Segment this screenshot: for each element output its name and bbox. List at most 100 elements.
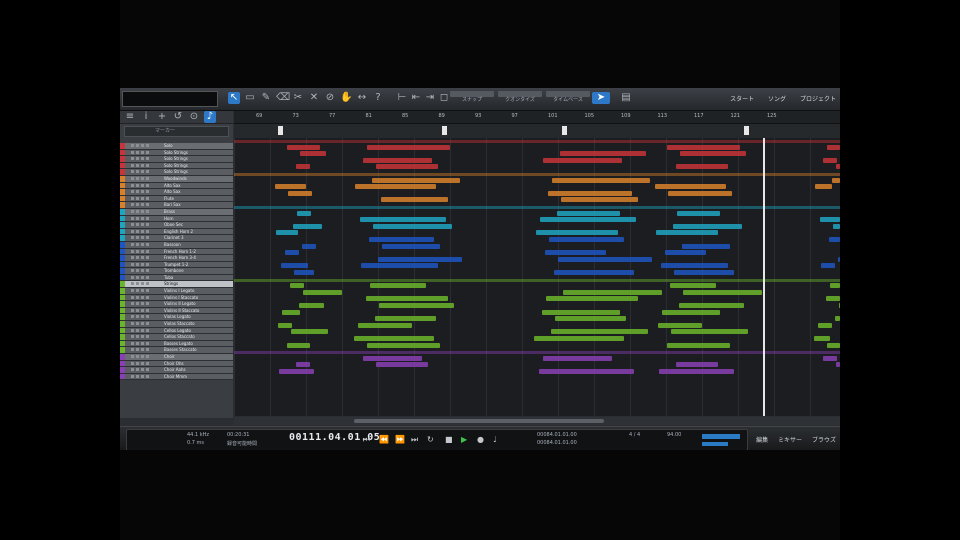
event-clip[interactable]: [551, 329, 648, 335]
event-clip[interactable]: [370, 283, 426, 289]
event-clip[interactable]: [376, 164, 438, 170]
zoom-tool-icon[interactable]: ↔: [356, 92, 368, 104]
marker-flag[interactable]: [442, 126, 447, 135]
event-clip[interactable]: [671, 329, 748, 335]
event-clip[interactable]: [275, 184, 306, 190]
event-clip[interactable]: [302, 243, 316, 249]
track-row[interactable]: Alto Sax: [120, 182, 233, 190]
listen-tool-icon[interactable]: ✋: [340, 92, 352, 104]
event-clip[interactable]: [278, 322, 292, 328]
event-clip[interactable]: [540, 217, 636, 223]
fast-forward-button[interactable]: ⏩: [395, 436, 405, 444]
track-row[interactable]: Horn: [120, 215, 233, 223]
event-clip[interactable]: [838, 256, 840, 262]
paint-tool-icon[interactable]: ✎: [260, 92, 272, 104]
track-row[interactable]: Solo Strings: [120, 149, 233, 157]
track-row[interactable]: French Horn 1-2: [120, 248, 233, 256]
track-row[interactable]: French Horn 3-4: [120, 255, 233, 262]
event-clip[interactable]: [563, 289, 662, 295]
track-row[interactable]: Trombone: [120, 268, 233, 275]
edit-button[interactable]: 編集: [756, 437, 768, 444]
track-mute-solo-buttons[interactable]: [131, 242, 151, 246]
event-clip[interactable]: [674, 270, 734, 276]
event-clip[interactable]: [288, 190, 312, 196]
inspector-icon[interactable]: i: [140, 111, 152, 123]
loop-start[interactable]: 00084.01.01.00: [537, 432, 577, 438]
event-clip[interactable]: [833, 223, 840, 229]
event-clip[interactable]: [814, 336, 830, 342]
event-clip[interactable]: [361, 263, 438, 269]
track-mute-solo-buttons[interactable]: [131, 308, 151, 312]
event-clip[interactable]: [287, 144, 320, 150]
event-clip[interactable]: [546, 296, 638, 302]
event-clip[interactable]: [676, 164, 728, 170]
track-row[interactable]: Bari Sax: [120, 202, 233, 209]
marker-flag[interactable]: [562, 126, 567, 135]
event-clip[interactable]: [661, 263, 728, 269]
follow-icon[interactable]: ➤: [592, 92, 610, 104]
loop-button[interactable]: ↻: [427, 436, 434, 444]
stop-button[interactable]: ■: [445, 436, 453, 444]
rewind-button[interactable]: ⏪: [379, 436, 389, 444]
erase-tool-icon[interactable]: ⌫: [276, 92, 290, 104]
event-clip[interactable]: [839, 303, 840, 309]
track-row[interactable]: Alto Sax: [120, 189, 233, 196]
event-clip[interactable]: [548, 190, 632, 196]
event-clip[interactable]: [382, 243, 440, 249]
track-mute-solo-buttons[interactable]: [131, 289, 151, 293]
event-clip[interactable]: [281, 263, 308, 269]
arrangement-view[interactable]: [234, 138, 840, 416]
event-clip[interactable]: [299, 303, 324, 309]
track-row[interactable]: Violins I Legato: [120, 288, 233, 295]
event-clip[interactable]: [659, 369, 734, 375]
event-clip[interactable]: [665, 250, 706, 256]
rewind-start-button[interactable]: ⏮: [363, 436, 370, 444]
event-clip[interactable]: [656, 230, 718, 236]
track-mute-solo-buttons[interactable]: [131, 348, 151, 352]
scroll-thumb[interactable]: [354, 419, 604, 423]
track-mute-solo-buttons[interactable]: [131, 223, 151, 227]
event-clip[interactable]: [369, 237, 434, 243]
event-clip[interactable]: [679, 303, 744, 309]
split-tool-icon[interactable]: ✂: [292, 92, 304, 104]
event-clip[interactable]: [379, 303, 454, 309]
track-row[interactable]: Basses Staccato: [120, 347, 233, 354]
track-row[interactable]: Cellos Staccato: [120, 334, 233, 341]
event-clip[interactable]: [354, 336, 434, 342]
event-clip[interactable]: [375, 316, 436, 322]
event-clip[interactable]: [536, 230, 618, 236]
horizontal-scrollbar[interactable]: [234, 417, 840, 425]
track-row[interactable]: Violins II Staccato: [120, 307, 233, 315]
event-clip[interactable]: [558, 256, 652, 262]
bend-tool-icon[interactable]: ⊘: [324, 92, 336, 104]
track-row[interactable]: Violas Staccato: [120, 321, 233, 328]
event-clip[interactable]: [670, 283, 716, 289]
track-row[interactable]: Solo Strings: [120, 162, 233, 170]
track-mute-solo-buttons[interactable]: [131, 368, 151, 372]
track-mute-solo-buttons[interactable]: [131, 229, 151, 233]
event-clip[interactable]: [290, 283, 304, 289]
event-clip[interactable]: [543, 355, 612, 361]
select-icon[interactable]: ◻: [438, 92, 450, 104]
event-clip[interactable]: [827, 342, 840, 348]
event-clip[interactable]: [815, 184, 832, 190]
track-mute-solo-buttons[interactable]: [131, 203, 151, 207]
event-clip[interactable]: [378, 256, 462, 262]
track-mute-solo-buttons[interactable]: [131, 335, 151, 339]
track-row[interactable]: Choir: [120, 354, 233, 361]
event-clip[interactable]: [655, 184, 726, 190]
event-clip[interactable]: [682, 243, 730, 249]
automation-icon[interactable]: ↺: [172, 111, 184, 123]
event-clip[interactable]: [287, 342, 310, 348]
track-mute-solo-buttons[interactable]: [131, 249, 151, 253]
event-clip[interactable]: [830, 283, 840, 289]
time-signature[interactable]: 4 / 4: [629, 432, 640, 438]
event-clip[interactable]: [294, 270, 314, 276]
snap-group[interactable]: スナップ: [450, 91, 494, 107]
track-mute-solo-buttons[interactable]: [131, 150, 151, 154]
event-clip[interactable]: [667, 342, 730, 348]
loop-end[interactable]: 00084.01.01.00: [537, 440, 577, 446]
event-clip[interactable]: [303, 289, 342, 295]
marker-lane[interactable]: [234, 124, 840, 138]
tempo[interactable]: 94.00: [667, 432, 681, 438]
